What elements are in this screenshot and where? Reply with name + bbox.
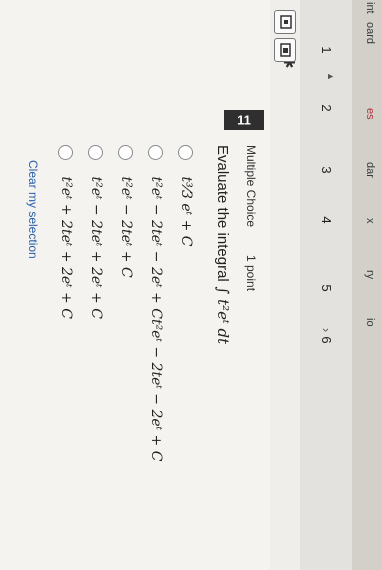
flag-icon [280,43,291,57]
nav-item-help[interactable]: io [364,318,376,327]
choice-c-label: t²eᵗ − 2teᵗ + C [118,176,134,278]
choice-d-label: t²eᵗ − 2teᵗ + 2eᵗ + C [88,176,104,319]
bookmark-icon [280,15,292,29]
question-navigator: ▲ 1 2 3 4 5 › 6 [299,0,352,570]
nav-item-courses[interactable]: es [364,108,376,120]
question-link-5[interactable]: 5 [319,278,334,298]
question-toolbar: ✱ [270,0,300,570]
question-link-6[interactable]: 6 [319,330,334,350]
question-number-badge: 11 [224,110,264,130]
choice-b[interactable]: t²eᵗ − 2teᵗ − 2eᵗ + Ct²eᵗ − 2teᵗ − 2eᵗ +… [142,145,164,461]
question-type: Multiple Choice [244,145,258,228]
clear-selection-link[interactable]: Clear my selection [26,160,40,259]
choice-d[interactable]: t²eᵗ − 2teᵗ + 2eᵗ + C [82,145,104,319]
choice-e-label: t²eᵗ + 2teᵗ + 2eᵗ + C [58,176,74,319]
prompt-text: Evaluate the integral [214,145,231,282]
question-prompt: Evaluate the integral ∫ t²eᵗ dt [214,145,232,344]
app-window: int oard es dar x ry io ▲ 1 2 3 4 5 › 6 … [0,0,382,570]
radio-choice-a[interactable] [178,145,194,160]
nav-item-calendar[interactable]: dar [364,162,376,178]
choice-c[interactable]: t²eᵗ − 2teᵗ + C [112,145,134,278]
choice-b-label: t²eᵗ − 2teᵗ − 2eᵗ + Ct²eᵗ − 2teᵗ − 2eᵗ +… [148,176,164,462]
prompt-math: ∫ t²eᵗ dt [214,286,232,345]
radio-choice-b[interactable] [148,145,164,160]
bookmark-button[interactable] [274,10,296,34]
choice-a-label: t³⁄3 eᵗ + C [178,176,194,247]
choice-a[interactable]: t³⁄3 eᵗ + C [172,145,194,246]
scroll-up-icon[interactable]: ▲ [326,72,336,81]
nav-item-print[interactable]: int [364,2,376,14]
choice-e[interactable]: t²eᵗ + 2teᵗ + 2eᵗ + C [52,145,74,319]
question-link-3[interactable]: 3 [319,160,334,180]
radio-choice-d[interactable] [88,145,104,160]
question-link-1[interactable]: 1 [319,40,334,60]
nav-item-history[interactable]: ry [364,270,376,279]
question-link-2[interactable]: 2 [319,98,334,118]
left-nav: int oard es dar x ry io [351,0,382,570]
question-points: 1 point [244,255,258,292]
question-link-4[interactable]: 4 [319,210,334,230]
nav-item-inbox[interactable]: x [364,218,376,224]
radio-choice-c[interactable] [118,145,134,160]
nav-item-dashboard[interactable]: oard [364,22,376,44]
question-panel: 11 Multiple Choice 1 point Evaluate the … [0,0,270,570]
radio-choice-e[interactable] [58,145,74,160]
flag-button[interactable] [274,38,296,62]
